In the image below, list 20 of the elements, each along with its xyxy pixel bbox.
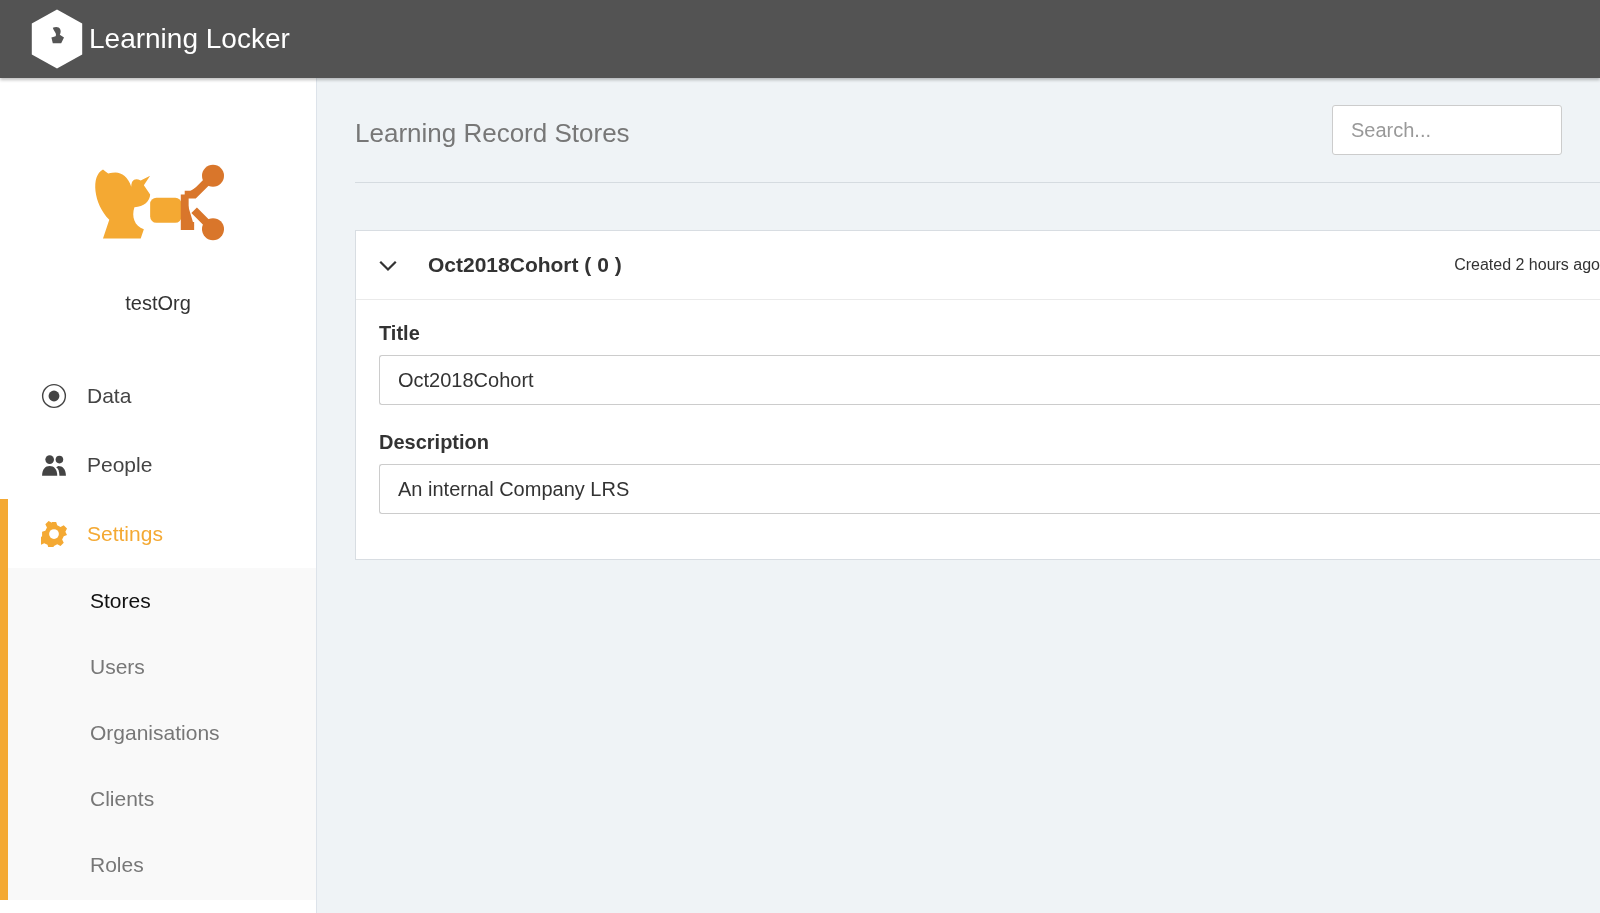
nav-item[interactable]: Data <box>0 361 316 430</box>
input-field[interactable]: An internal Company LRS <box>379 464 1600 514</box>
app-title: Learning Locker <box>89 23 290 55</box>
field-label: Description <box>379 431 491 454</box>
submenu-item[interactable]: Organisations <box>8 700 316 766</box>
page-title: Learning Record Stores <box>355 116 630 149</box>
submenu-item[interactable]: Stores <box>8 568 316 634</box>
org-name: testOrg <box>124 292 192 315</box>
store-name: Oct2018Cohort ( 0 ) <box>428 253 623 277</box>
search-field[interactable]: Search... <box>1332 105 1562 155</box>
field-label: Title <box>379 322 421 345</box>
submenu-item[interactable]: Users <box>8 634 316 700</box>
input-field[interactable]: Oct2018Cohort <box>379 355 1600 405</box>
logo-icon <box>29 8 85 70</box>
created-time: Created 2 hours ago <box>1454 256 1600 274</box>
nav-item[interactable]: People <box>0 430 316 499</box>
submenu-item[interactable]: Clients <box>8 766 316 832</box>
gear-icon <box>41 520 67 547</box>
radio-dot-icon <box>41 382 67 409</box>
submenu-item[interactable]: Roles <box>8 832 316 898</box>
